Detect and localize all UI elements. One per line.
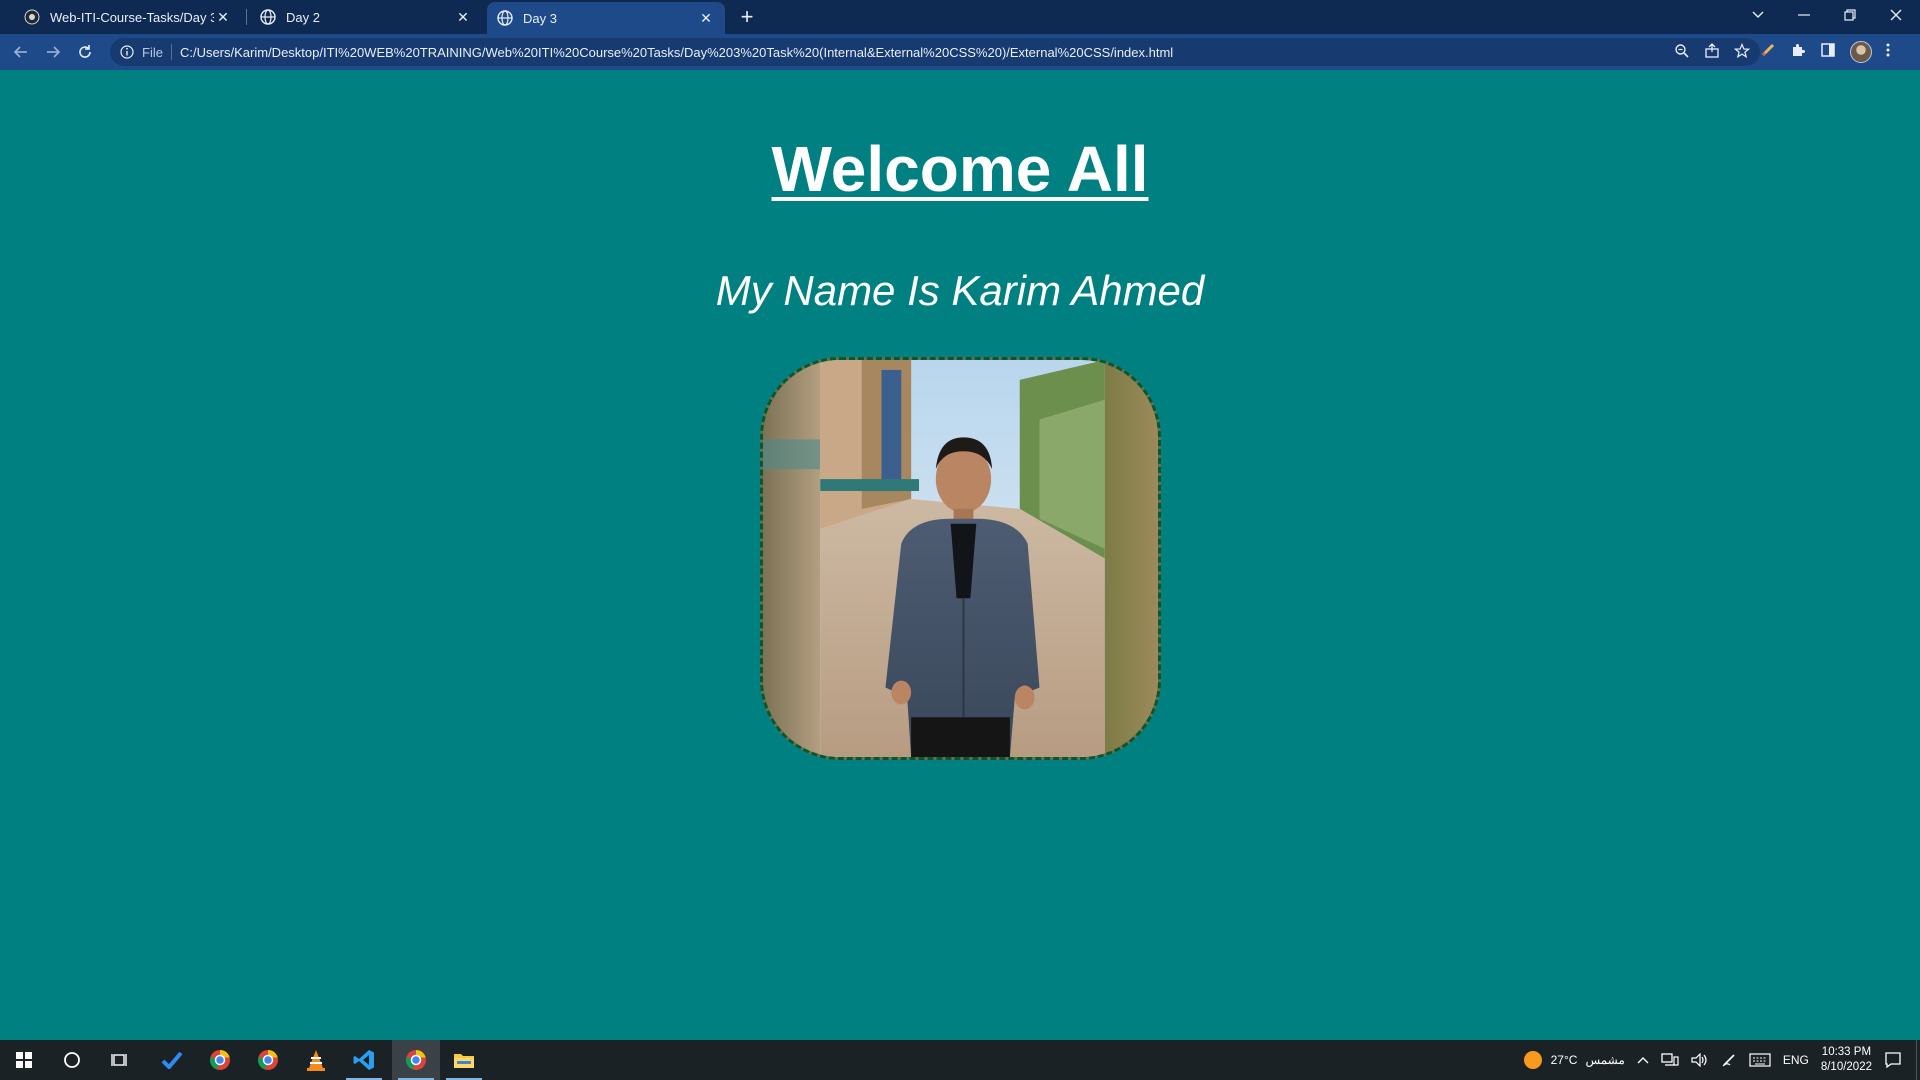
sun-icon: [1523, 1051, 1542, 1069]
volume-icon[interactable]: [1691, 1053, 1709, 1067]
network-icon[interactable]: [1661, 1053, 1679, 1067]
pen-icon[interactable]: [1721, 1052, 1737, 1068]
clock-time: 10:33 PM: [1821, 1046, 1872, 1058]
language-indicator[interactable]: ENG: [1783, 1053, 1809, 1067]
globe-icon: [260, 9, 276, 25]
minimize-button[interactable]: [1781, 0, 1827, 30]
weather-widget[interactable]: 27°C مشمس: [1523, 1050, 1625, 1070]
chevron-up-icon[interactable]: [1637, 1056, 1649, 1064]
tab-label: Day 3: [523, 10, 557, 26]
chrome-icon: [210, 1050, 230, 1070]
globe-icon: [497, 10, 513, 26]
extensions-puzzle-icon[interactable]: [1790, 42, 1806, 63]
tab-separator: [246, 9, 247, 25]
new-tab-button[interactable]: +: [735, 5, 759, 29]
taskbar: 27°C مشمس ENG 10:33 PM 8/10/2022: [0, 1040, 1920, 1080]
more-menu-icon[interactable]: [1886, 42, 1890, 63]
file-explorer-button[interactable]: [440, 1040, 488, 1080]
github-icon: [24, 9, 40, 25]
tab-label: Web-ITI-Course-Tasks/Day 3 Task: [50, 9, 214, 25]
search-button[interactable]: [48, 1040, 96, 1080]
weather-temp: 27°C: [1550, 1053, 1578, 1067]
close-window-button[interactable]: [1873, 0, 1919, 30]
reload-button[interactable]: [73, 40, 97, 64]
tab-github[interactable]: Web-ITI-Course-Tasks/Day 3 Task ✕: [14, 0, 242, 34]
address-bar[interactable]: File C:/Users/Karim/Desktop/ITI%20WEB%20…: [110, 38, 1760, 66]
tab-day-2[interactable]: Day 2 ✕: [250, 0, 482, 34]
chrome-profile-button[interactable]: [196, 1040, 244, 1080]
close-icon[interactable]: ✕: [214, 8, 232, 26]
arrow-left-icon: [13, 46, 27, 58]
vlc-button[interactable]: [292, 1040, 340, 1080]
clock[interactable]: 10:33 PM 8/10/2022: [1821, 1045, 1872, 1075]
clock-date: 8/10/2022: [1820, 1061, 1872, 1073]
start-button[interactable]: [0, 1040, 48, 1080]
restore-button[interactable]: [1827, 0, 1873, 30]
folder-icon: [454, 1054, 474, 1068]
restore-icon: [1844, 9, 1856, 21]
tab-day-3[interactable]: Day 3 ✕: [487, 2, 725, 34]
notification-icon[interactable]: [1884, 1051, 1902, 1069]
tab-label: Day 2: [286, 9, 320, 25]
chrome-icon: [406, 1050, 426, 1070]
zoom-icon[interactable]: [1674, 43, 1690, 62]
profile-avatar[interactable]: [1850, 41, 1872, 63]
info-icon[interactable]: [118, 43, 136, 61]
url-scheme: File: [142, 44, 163, 60]
vscode-icon: [353, 1050, 374, 1070]
tab-search-button[interactable]: [1735, 0, 1781, 30]
cortana-circle-icon: [64, 1052, 80, 1068]
close-icon[interactable]: ✕: [454, 8, 472, 26]
reload-icon: [79, 45, 91, 58]
browser-title-bar: Web-ITI-Course-Tasks/Day 3 Task ✕ Day 2 …: [0, 0, 1920, 34]
back-button[interactable]: [9, 40, 33, 64]
system-tray: 27°C مشمس ENG 10:33 PM 8/10/2022: [1517, 1040, 1920, 1080]
chevron-down-icon: [1752, 11, 1764, 18]
page-viewport: Welcome All My Name Is Karim Ahmed: [0, 70, 1920, 1040]
forward-button[interactable]: [41, 40, 65, 64]
keyboard-icon[interactable]: [1749, 1053, 1771, 1067]
profile-photo: [760, 357, 1161, 760]
task-view-icon: [111, 1054, 127, 1066]
checkmark-icon: [161, 1051, 183, 1069]
minimize-icon: [1798, 14, 1810, 16]
browser-toolbar: File C:/Users/Karim/Desktop/ITI%20WEB%20…: [0, 34, 1920, 70]
chrome-button[interactable]: [244, 1040, 292, 1080]
share-icon[interactable]: [1704, 42, 1720, 62]
arrow-right-icon: [47, 46, 61, 58]
close-icon[interactable]: ✕: [697, 9, 715, 27]
url-text[interactable]: C:/Users/Karim/Desktop/ITI%20WEB%20TRAIN…: [180, 45, 1173, 60]
todo-app-button[interactable]: [148, 1040, 196, 1080]
close-icon: [1890, 9, 1902, 21]
vlc-cone-icon: [307, 1050, 325, 1071]
task-view-button[interactable]: [96, 1040, 144, 1080]
show-desktop-button[interactable]: [1916, 1040, 1920, 1080]
bookmark-star-icon[interactable]: [1733, 42, 1751, 62]
page-title: Welcome All: [771, 133, 1149, 205]
side-panel-icon[interactable]: [1820, 42, 1836, 63]
divider: [170, 44, 172, 60]
chrome-icon: [258, 1050, 278, 1070]
pen-extension-icon[interactable]: [1760, 42, 1776, 63]
chrome-active-button[interactable]: [392, 1040, 440, 1080]
vscode-button[interactable]: [340, 1040, 388, 1080]
page-subtitle: My Name Is Karim Ahmed: [715, 267, 1205, 314]
weather-text: مشمس: [1585, 1053, 1625, 1067]
windows-icon: [16, 1052, 32, 1068]
